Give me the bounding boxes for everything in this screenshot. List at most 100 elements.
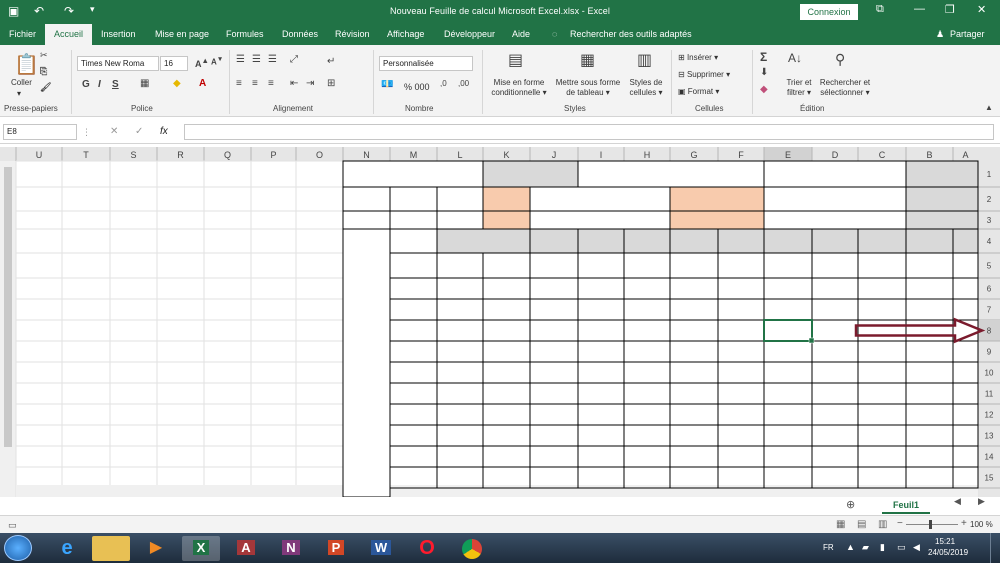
number-format-box[interactable]: Personnalisée xyxy=(379,56,473,71)
page-layout-view-icon[interactable]: ▤ xyxy=(857,519,866,530)
row-header-2[interactable]: 2 xyxy=(987,195,992,204)
cancel-icon[interactable]: ✕ xyxy=(110,126,118,137)
file-explorer-icon[interactable] xyxy=(92,536,130,561)
column-header-j[interactable]: J xyxy=(552,150,557,160)
autosum-icon[interactable]: Σ xyxy=(760,50,767,64)
tab-revision[interactable]: Révision xyxy=(335,29,370,39)
tab-mise-en-page[interactable]: Mise en page xyxy=(155,29,209,39)
normal-view-icon[interactable]: ▦ xyxy=(836,519,845,530)
vertical-scrollbar-thumb[interactable] xyxy=(4,167,12,447)
horizontal-scrollbar[interactable] xyxy=(16,485,978,497)
row-header-5[interactable]: 5 xyxy=(987,262,992,271)
cell-moyenne2[interactable] xyxy=(482,210,531,230)
new-sheet-icon[interactable]: ⊕ xyxy=(846,498,855,511)
sort-filter-icon[interactable]: A↓ xyxy=(788,51,802,65)
zoom-out-icon[interactable]: − xyxy=(897,518,903,529)
column-header-d[interactable]: D xyxy=(832,150,839,160)
table-format-button[interactable]: Mettre sous forme de tableau ▾ xyxy=(552,78,624,98)
column-header-g[interactable]: G xyxy=(690,150,697,160)
insert-function-icon[interactable]: fx xyxy=(160,126,168,137)
cell-val2[interactable] xyxy=(436,210,484,230)
cell-moyenne1[interactable] xyxy=(482,186,531,212)
header-row[interactable] xyxy=(529,228,979,254)
column-header-m[interactable]: M xyxy=(410,150,418,160)
column-header-f[interactable]: F xyxy=(738,150,744,160)
close-icon[interactable]: ✕ xyxy=(977,3,986,16)
cell-styles-icon[interactable]: ▥ xyxy=(637,50,652,70)
signin-button[interactable]: Connexion xyxy=(800,4,858,20)
opera-taskbar-icon[interactable]: O xyxy=(408,536,446,561)
clock-time[interactable]: 15:21 xyxy=(935,537,955,546)
align-center-icon[interactable]: ≡ xyxy=(252,78,258,89)
cell-etablissement[interactable] xyxy=(905,160,979,188)
outdent-icon[interactable]: ⇥ xyxy=(306,78,314,89)
row-header-10[interactable]: 10 xyxy=(985,369,994,378)
cell-annee[interactable] xyxy=(482,160,579,188)
excel-taskbar-icon[interactable]: X xyxy=(182,536,220,561)
cell-val1[interactable] xyxy=(436,186,484,212)
column-header-r[interactable]: R xyxy=(177,150,184,160)
cell-annee-value[interactable] xyxy=(342,160,484,188)
align-top-icon[interactable]: ☰ xyxy=(236,54,245,65)
cell-classe-value[interactable] xyxy=(342,210,391,230)
cell-min_label[interactable] xyxy=(669,210,765,230)
column-header-a[interactable]: A xyxy=(962,150,968,160)
indent-icon[interactable]: ⇤ xyxy=(290,78,298,89)
word-taskbar-icon[interactable]: W xyxy=(362,536,400,561)
tab-developpeur[interactable]: Développeur xyxy=(444,29,495,39)
collapse-ribbon-icon[interactable]: ▲ xyxy=(985,103,993,112)
conditional-format-button[interactable]: Mise en forme conditionnelle ▾ xyxy=(487,78,551,98)
cell-etablissement-value[interactable] xyxy=(763,160,907,188)
paste-dropdown-icon[interactable]: ▾ xyxy=(17,89,21,99)
zoom-slider[interactable] xyxy=(906,524,958,525)
percent-thousand-buttons[interactable]: % 000 xyxy=(404,82,430,92)
tab-accueil[interactable]: Accueil xyxy=(45,24,92,45)
row-header-4[interactable]: 4 xyxy=(987,237,992,246)
tab-formules[interactable]: Formules xyxy=(226,29,264,39)
table-format-icon[interactable]: ▦ xyxy=(580,50,595,70)
column-header-h[interactable]: H xyxy=(644,150,651,160)
tab-insertion[interactable]: Insertion xyxy=(101,29,136,39)
minimize-icon[interactable]: — xyxy=(914,3,925,15)
share-button[interactable]: Partager xyxy=(950,29,985,39)
action-center-icon[interactable]: ▰ xyxy=(862,542,869,553)
column-header-o[interactable]: O xyxy=(316,150,323,160)
powerpoint-taskbar-icon[interactable]: P xyxy=(317,536,355,561)
row-header-6[interactable]: 6 xyxy=(987,285,992,294)
clear-icon[interactable]: ◆ xyxy=(760,84,768,95)
cell-matiere-value[interactable] xyxy=(763,210,907,230)
column-header-l[interactable]: L xyxy=(457,150,462,160)
row-header-15[interactable]: 15 xyxy=(985,474,994,483)
column-header-i[interactable]: I xyxy=(600,150,603,160)
column-header-p[interactable]: P xyxy=(270,150,276,160)
zoom-in-icon[interactable]: + xyxy=(961,518,967,529)
grow-font-icon[interactable]: A▲ xyxy=(195,56,209,69)
start-button[interactable] xyxy=(4,535,32,561)
fill-icon[interactable]: ⬇ xyxy=(760,67,768,78)
row-header-13[interactable]: 13 xyxy=(985,432,994,441)
cell-classe[interactable] xyxy=(342,186,391,212)
internet-explorer-icon[interactable]: e xyxy=(48,536,86,561)
align-bottom-icon[interactable]: ☰ xyxy=(268,54,277,65)
row-header-8[interactable]: 8 xyxy=(987,327,992,336)
access-taskbar-icon[interactable]: A xyxy=(227,536,265,561)
tab-fichier[interactable]: Fichier xyxy=(9,29,36,39)
media-player-icon[interactable]: ▶ xyxy=(137,536,175,561)
font-name-box[interactable]: Times New Roma xyxy=(77,56,159,71)
find-select-icon[interactable]: ⚲ xyxy=(835,51,845,68)
column-header-c[interactable]: C xyxy=(879,150,886,160)
clock-date[interactable]: 24/05/2019 xyxy=(928,548,968,557)
tab-donnees[interactable]: Données xyxy=(282,29,318,39)
name-box[interactable]: E8 xyxy=(3,124,77,140)
align-middle-icon[interactable]: ☰ xyxy=(252,54,261,65)
network-icon[interactable]: ▮ xyxy=(880,542,885,553)
language-indicator[interactable]: FR xyxy=(823,543,834,552)
insert-button[interactable]: ⊞ Insérer ▾ xyxy=(678,53,718,63)
sort-filter-button[interactable]: Trier et filtrer ▾ xyxy=(781,78,817,98)
font-color-icon[interactable]: A xyxy=(199,78,206,89)
zoom-slider-thumb[interactable] xyxy=(929,520,932,529)
page-break-view-icon[interactable]: ▥ xyxy=(878,519,887,530)
formula-input[interactable] xyxy=(184,124,994,140)
show-desktop-button[interactable] xyxy=(990,533,998,563)
cell-max_label-name[interactable] xyxy=(529,186,671,212)
